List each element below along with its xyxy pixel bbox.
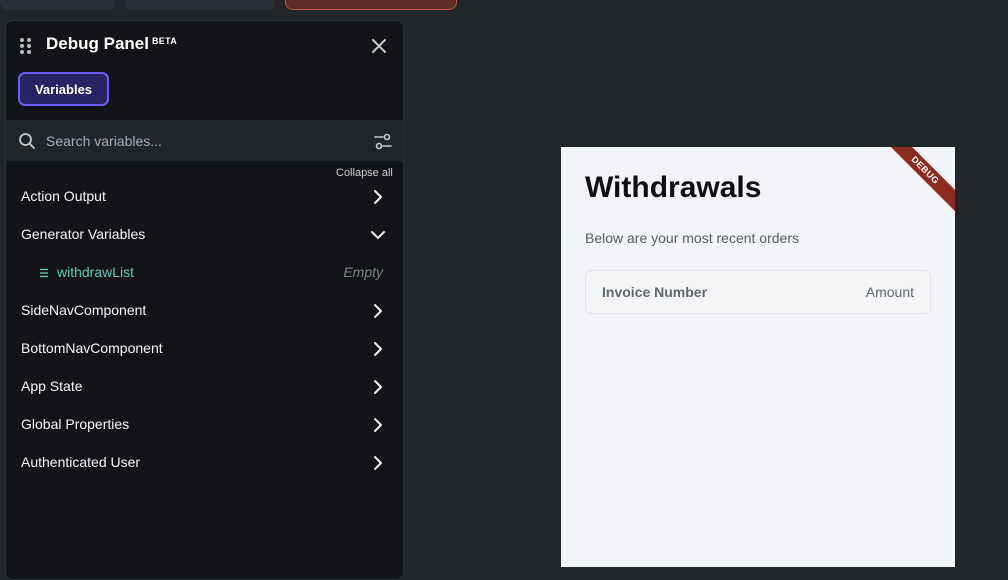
drag-handle-icon[interactable] (20, 38, 32, 54)
chevron-right-icon (374, 190, 382, 204)
section-label: SideNavComponent (21, 302, 147, 318)
section-app-state[interactable]: App State (6, 368, 403, 406)
table-header: Invoice Number Amount (585, 270, 931, 314)
debug-panel-header: Debug Panel BETA (6, 21, 403, 71)
panel-title: Debug Panel (46, 34, 149, 53)
column-header-amount: Amount (865, 284, 914, 300)
editor-tab-active[interactable] (285, 0, 457, 10)
search-input[interactable] (44, 128, 354, 154)
editor-tab[interactable] (0, 0, 116, 10)
page-subtitle: Below are your most recent orders (585, 230, 799, 246)
variable-name: withdrawList (57, 264, 135, 280)
section-generator-variables[interactable]: Generator Variables (6, 216, 403, 254)
section-label: Action Output (21, 188, 106, 204)
device-preview: DEBUG Withdrawals Below are your most re… (561, 147, 955, 567)
section-authenticated-user[interactable]: Authenticated User (6, 444, 403, 482)
section-global-properties[interactable]: Global Properties (6, 406, 403, 444)
section-label: Authenticated User (21, 454, 141, 470)
search-icon (19, 133, 35, 149)
section-label: Generator Variables (21, 226, 146, 242)
close-button[interactable] (369, 36, 389, 56)
chevron-right-icon (374, 342, 382, 356)
debug-panel: Debug Panel BETA Variables Collapse all … (5, 20, 404, 580)
section-label: App State (21, 378, 83, 394)
list-icon (40, 268, 48, 278)
variable-value: Empty (343, 264, 383, 280)
debug-ribbon: DEBUG (877, 147, 955, 219)
page-title: Withdrawals (585, 171, 762, 204)
chevron-right-icon (374, 380, 382, 394)
search-bar (6, 120, 403, 161)
section-bottomnavcomponent[interactable]: BottomNavComponent (6, 330, 403, 368)
editor-tab[interactable] (124, 0, 276, 10)
chevron-right-icon (374, 418, 382, 432)
section-sidenavcomponent[interactable]: SideNavComponent (6, 292, 403, 330)
filter-icon[interactable] (374, 133, 392, 151)
chevron-down-icon (371, 231, 385, 239)
chevron-right-icon (374, 304, 382, 318)
section-action-output[interactable]: Action Output (6, 178, 403, 216)
variable-withdrawlist[interactable]: withdrawList Empty (6, 254, 403, 292)
chevron-right-icon (374, 456, 382, 470)
column-header-invoice: Invoice Number (602, 284, 708, 300)
section-label: BottomNavComponent (21, 340, 163, 356)
tab-variables[interactable]: Variables (18, 72, 109, 106)
close-icon (372, 39, 386, 53)
beta-badge: BETA (152, 36, 178, 46)
section-label: Global Properties (21, 416, 130, 432)
